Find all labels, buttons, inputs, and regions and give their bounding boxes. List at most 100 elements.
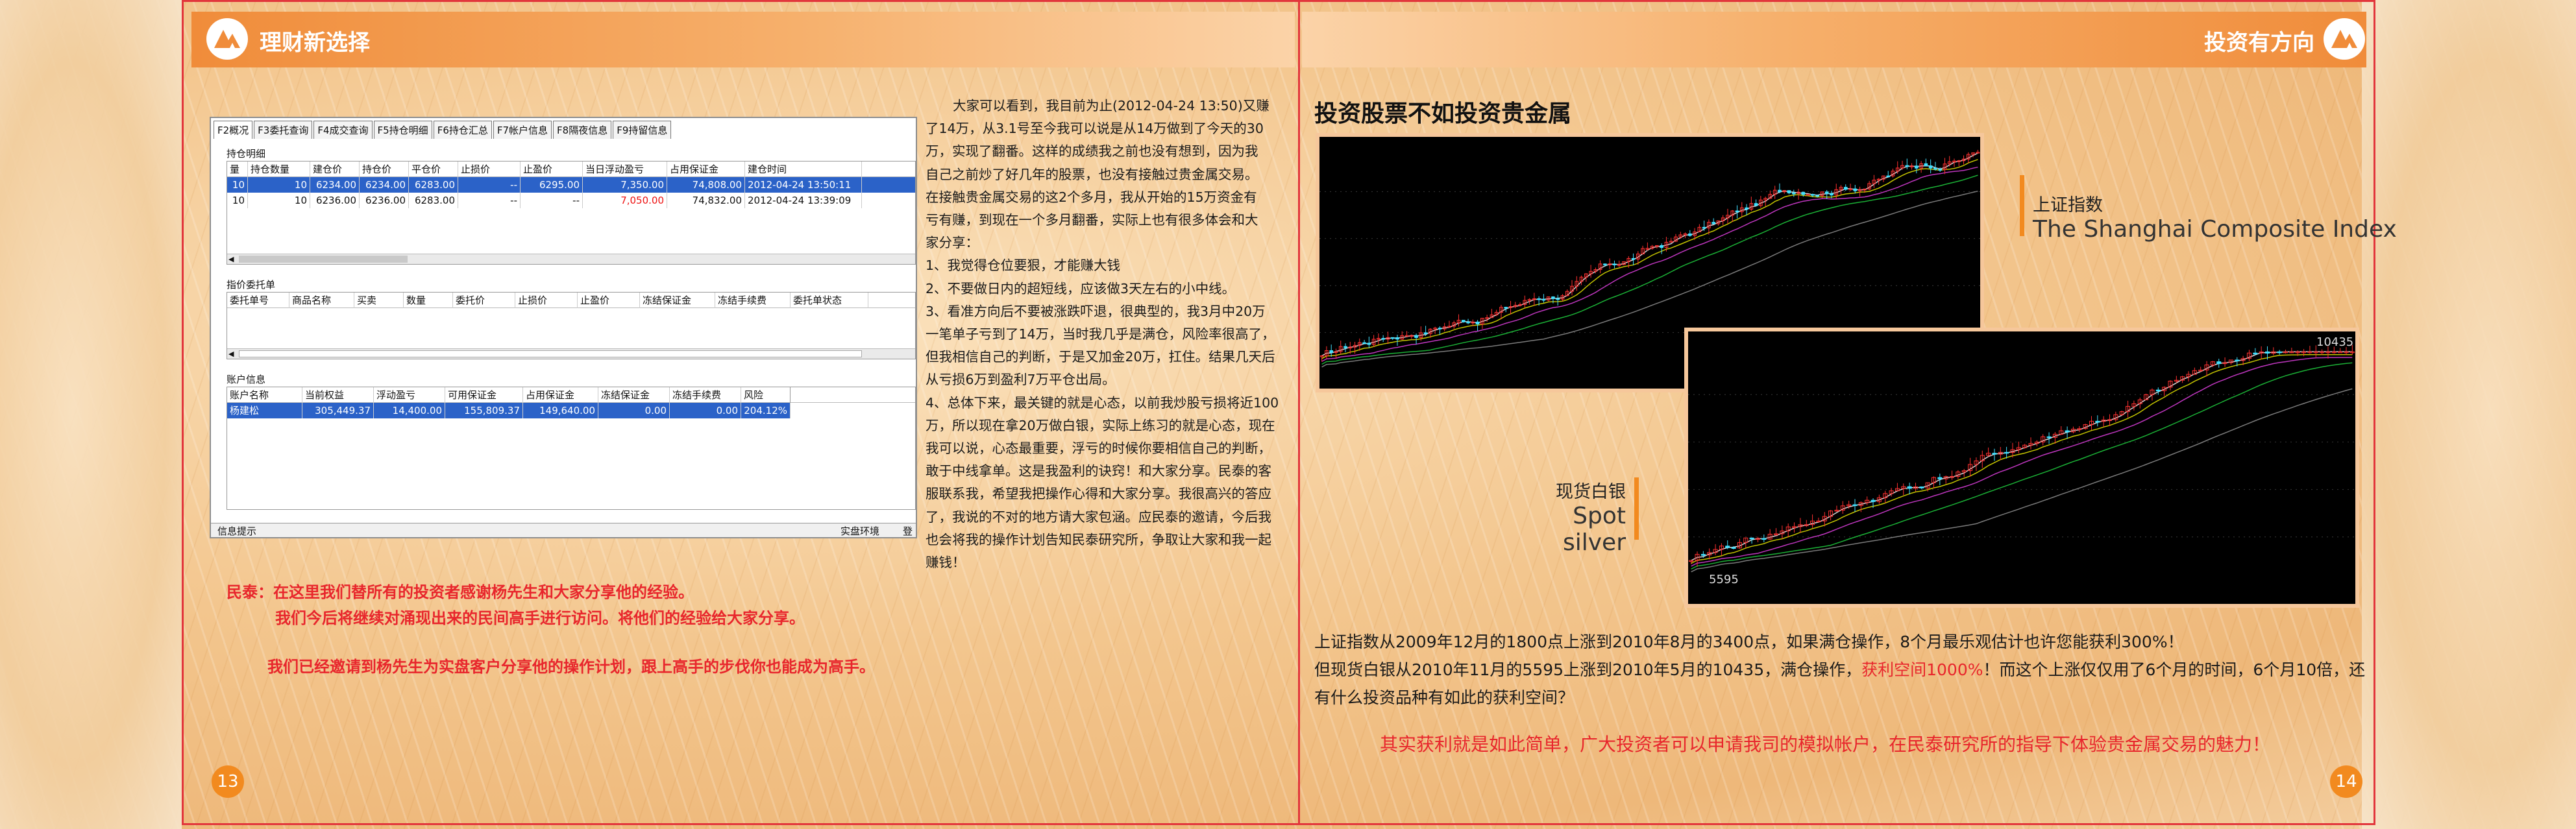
question-text: 有什么投资品种有如此的获利空间？ bbox=[1314, 688, 1575, 707]
body-line: 1、我觉得仓位要狠，才能赚大钱 bbox=[926, 258, 1121, 274]
column-header[interactable]: 平仓价 bbox=[409, 162, 458, 177]
tab-position-detail[interactable]: F5持仓明细 bbox=[373, 121, 432, 139]
column-header[interactable]: 止损价 bbox=[458, 162, 521, 177]
horizontal-scrollbar[interactable]: ◀ bbox=[227, 254, 915, 264]
column-header[interactable]: 委托单状态 bbox=[791, 293, 868, 308]
body-line: 万，实现了翻番。这样的成绩我之前也没有想到，因为我 bbox=[926, 143, 1258, 160]
table-cell: 6234.00 bbox=[360, 177, 409, 193]
table-cell: 6236.00 bbox=[310, 193, 360, 208]
column-header[interactable]: 冻结手续费 bbox=[715, 293, 791, 308]
table-cell: 6236.00 bbox=[360, 193, 409, 208]
tab-deal-query[interactable]: F4成交查询 bbox=[313, 121, 373, 139]
column-header[interactable]: 冻结手续费 bbox=[670, 387, 741, 403]
trading-software-screenshot: F2概况 F3委托查询 F4成交查询 F5持仓明细 F6持仓汇总 F7帐户信息 … bbox=[210, 117, 917, 538]
body-line: 在接触贵金属交易的这2个多月，我从开始的15万资金有 bbox=[926, 189, 1257, 205]
spot-silver-label-cn: 现货白银 bbox=[1556, 482, 1626, 502]
account-title: 账户信息 bbox=[227, 374, 266, 385]
body-line: 家分享： bbox=[926, 235, 979, 251]
header-left-title: 理财新选择 bbox=[260, 30, 370, 56]
tab-position-summary[interactable]: F6持仓汇总 bbox=[433, 121, 492, 139]
label-accent-bar bbox=[1634, 477, 1639, 540]
column-header[interactable]: 持仓数量 bbox=[248, 162, 310, 177]
table-cell: 10 bbox=[248, 193, 310, 208]
column-header[interactable]: 持仓价 bbox=[360, 162, 409, 177]
scrollbar-thumb[interactable] bbox=[239, 256, 408, 263]
body-line: 赚钱！ bbox=[926, 555, 966, 571]
body-line: 万，所以现在拿20万做白银，实际上练习的就是心态，现在 bbox=[926, 417, 1275, 433]
tab-overnight-info[interactable]: F8隔夜信息 bbox=[553, 121, 612, 139]
horizontal-scrollbar[interactable]: ◀ bbox=[227, 348, 915, 359]
column-header[interactable]: 风险 bbox=[741, 387, 791, 403]
scrollbar-thumb[interactable] bbox=[239, 350, 862, 357]
table-cell: 305,449.37 bbox=[302, 403, 374, 418]
page-number-right: 14 bbox=[2330, 765, 2362, 798]
shanghai-index-label: 上证指数 The Shanghai Composite Index bbox=[2033, 191, 2397, 243]
body-line: 了，我说的不对的地方请大家包涵。应民泰的邀请，今后我 bbox=[926, 509, 1271, 525]
invite-note: 我们已经邀请到杨先生为实盘客户分享他的操作计划，跟上高手的步伐你也能成为高手。 bbox=[267, 658, 875, 676]
brand-logo-icon bbox=[206, 18, 248, 60]
shanghai-index-label-cn: 上证指数 bbox=[2033, 195, 2103, 215]
table-cell: 204.12% bbox=[741, 403, 791, 418]
table-cell: 155,809.37 bbox=[445, 403, 523, 418]
spot-silver-plot: 5595 10435 bbox=[1688, 335, 2355, 586]
column-header[interactable]: 建仓时间 bbox=[745, 162, 862, 177]
table-cell: 6295.00 bbox=[521, 177, 583, 193]
table-header: 委托单号 商品名称 买卖 数量 委托价 止损价 止盈价 冻结保证金 冻结手续费 … bbox=[227, 293, 915, 308]
column-header[interactable]: 浮动盈亏 bbox=[374, 387, 445, 403]
table-cell: 7,350.00 bbox=[583, 177, 667, 193]
column-header[interactable]: 止损价 bbox=[515, 293, 578, 308]
column-header[interactable]: 账户名称 bbox=[227, 387, 302, 403]
positions-title: 持仓明细 bbox=[227, 148, 266, 160]
index-comparison-text: 上证指数从2009年12月的1800点上涨到2010年8月的3400点，如果满仓… bbox=[1314, 632, 2184, 651]
column-header[interactable]: 当前权益 bbox=[302, 387, 374, 403]
body-line: 我可以说，心态最重要，浮亏的时候你要相信自己的判断， bbox=[926, 440, 1271, 457]
shanghai-index-label-en: The Shanghai Composite Index bbox=[2033, 216, 2397, 243]
column-header[interactable]: 量 bbox=[227, 162, 248, 177]
interview-note: 我们今后将继续对涌现出来的民间高手进行访问。将他们的经验给大家分享。 bbox=[275, 609, 805, 627]
brand-logo-icon bbox=[2324, 18, 2365, 60]
column-header[interactable]: 可用保证金 bbox=[445, 387, 523, 403]
column-header[interactable]: 建仓价 bbox=[310, 162, 360, 177]
body-line: 2、不要做日内的超短线，应该做3天左右的小中线。 bbox=[926, 280, 1236, 296]
body-line: 一笔单子亏到了14万，当时我几乎是满仓，风险率很高了， bbox=[926, 326, 1275, 342]
body-line: 自己之前炒了好几年的股票，也没有接触过贵金属交易。 bbox=[926, 166, 1258, 182]
account-table: 账户名称 当前权益 浮动盈亏 可用保证金 占用保证金 冻结保证金 冻结手续费 风… bbox=[227, 387, 916, 510]
column-header[interactable]: 占用保证金 bbox=[667, 162, 745, 177]
tab-hold-info[interactable]: F9持留信息 bbox=[613, 121, 672, 139]
table-row[interactable]: 10 10 6236.00 6236.00 6283.00 -- -- 7,05… bbox=[227, 193, 915, 208]
column-header[interactable]: 委托价 bbox=[453, 293, 515, 308]
table-row[interactable]: 杨建松 305,449.37 14,400.00 155,809.37 149,… bbox=[227, 403, 791, 418]
profit-highlight: 获利空间1000% bbox=[1861, 660, 1983, 679]
table-cell: 2012-04-24 13:39:09 bbox=[745, 193, 862, 208]
tab-account-info[interactable]: F7帐户信息 bbox=[493, 121, 552, 139]
column-header[interactable]: 占用保证金 bbox=[523, 387, 598, 403]
status-cut-label: 登 bbox=[903, 525, 913, 537]
column-header[interactable]: 冻结保证金 bbox=[598, 387, 670, 403]
column-header[interactable]: 止盈价 bbox=[521, 162, 583, 177]
table-cell: -- bbox=[458, 193, 521, 208]
body-line: 3、看准方向后不要被涨跌吓退，很典型的，我3月中20万 bbox=[926, 303, 1266, 319]
column-header[interactable]: 商品名称 bbox=[289, 293, 354, 308]
scroll-left-icon[interactable]: ◀ bbox=[228, 255, 234, 263]
tab-order-query[interactable]: F3委托查询 bbox=[254, 121, 313, 139]
body-line: 服联系我，希望我把操作心得和大家分享。我很高兴的答应 bbox=[926, 486, 1271, 502]
body-line: 4、总体下来，最关键的就是心态，以前我炒股亏损将近100 bbox=[926, 394, 1279, 411]
orders-table: 委托单号 商品名称 买卖 数量 委托价 止损价 止盈价 冻结保证金 冻结手续费 … bbox=[227, 292, 916, 359]
body-line: 也会将我的操作计划告知民泰研究所，争取让大家和我一起 bbox=[926, 531, 1271, 547]
closing-call-to-action: 其实获利就是如此简单，广大投资者可以申请我司的模拟帐户，在民泰研究所的指导下体验… bbox=[1380, 734, 2271, 755]
silver-text-part: 但现货白银从2010年11月的5595上涨到2010年5月的10435，满仓操作… bbox=[1314, 660, 1862, 679]
table-cell: 149,640.00 bbox=[523, 403, 598, 418]
table-cell: -- bbox=[521, 193, 583, 208]
scroll-left-icon[interactable]: ◀ bbox=[228, 350, 234, 358]
column-header[interactable]: 委托单号 bbox=[227, 293, 289, 308]
table-cell: 7,050.00 bbox=[583, 193, 667, 208]
status-env-label: 实盘环境 bbox=[840, 525, 880, 537]
column-header[interactable]: 止盈价 bbox=[578, 293, 640, 308]
column-header[interactable]: 买卖 bbox=[354, 293, 404, 308]
tab-overview[interactable]: F2概况 bbox=[214, 121, 253, 139]
column-header[interactable]: 当日浮动盈亏 bbox=[583, 162, 667, 177]
column-header[interactable]: 数量 bbox=[404, 293, 453, 308]
positions-table: 量 持仓数量 建仓价 持仓价 平仓价 止损价 止盈价 当日浮动盈亏 占用保证金 … bbox=[227, 161, 916, 265]
column-header[interactable]: 冻结保证金 bbox=[640, 293, 715, 308]
table-row[interactable]: 10 10 6234.00 6234.00 6283.00 -- 6295.00… bbox=[227, 177, 915, 193]
